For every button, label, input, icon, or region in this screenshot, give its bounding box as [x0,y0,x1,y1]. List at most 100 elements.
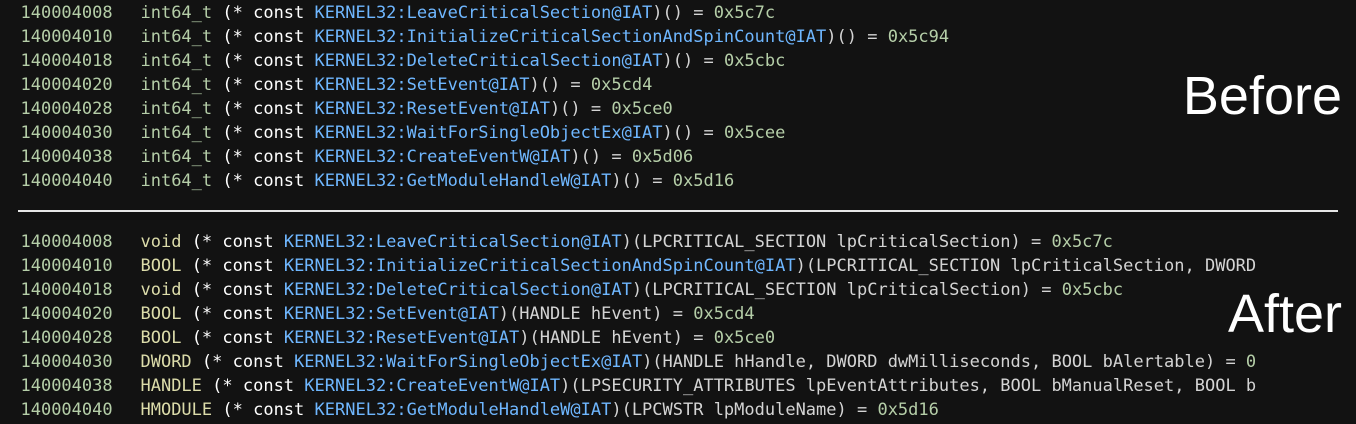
signature: )(HANDLE hHandle, DWORD dwMilliseconds, … [642,352,1246,372]
return-type: int64_t [140,99,213,119]
address: 140004020 [20,304,113,324]
after-line[interactable]: 140004010 BOOL (* const KERNEL32:Initiali… [0,254,1356,278]
address: 140004028 [20,99,113,119]
return-type: HMODULE [140,400,213,420]
pointer-decl: (* const [222,123,305,143]
value: 0x5c94 [887,27,950,47]
value: 0x5c7c [713,3,776,23]
address: 140004010 [20,27,113,47]
signature: )() = [652,3,714,23]
before-line[interactable]: 140004030 int64_t (* const KERNEL32:WaitF… [0,121,1356,145]
return-type: int64_t [140,75,213,95]
section-divider [18,210,1338,212]
before-line[interactable]: 140004040 int64_t (* const KERNEL32:GetMo… [0,169,1356,193]
signature: )() = [662,123,724,143]
address: 140004038 [20,376,113,396]
after-line[interactable]: 140004008 void (* const KERNEL32:LeaveCri… [0,230,1356,254]
after-label: After [1227,284,1342,344]
value: 0x5cbc [723,51,786,71]
before-line[interactable]: 140004010 int64_t (* const KERNEL32:Initi… [0,25,1356,49]
symbol-name[interactable]: KERNEL32:ResetEvent@IAT [315,99,550,119]
return-type: DWORD [140,352,192,372]
signature: )(HANDLE hEvent) = [519,328,714,348]
return-type: void [140,232,182,252]
address: 140004028 [20,328,113,348]
pointer-decl: (* const [222,3,305,23]
address: 140004030 [20,123,113,143]
address: 140004010 [20,256,113,276]
value: 0x5ce0 [611,99,673,119]
before-line[interactable]: 140004028 int64_t (* const KERNEL32:Reset… [0,97,1356,121]
return-type: int64_t [140,171,213,191]
pointer-decl: (* const [201,352,284,372]
signature: )() = [549,99,612,119]
value: 0x5c7c [1051,232,1113,252]
pointer-decl: (* const [222,99,305,119]
value: 0x5d06 [631,147,694,167]
signature: )(LPSECURITY_ATTRIBUTES lpEventAttribute… [560,376,1257,396]
pointer-decl: (* const [222,75,305,95]
after-line[interactable]: 140004018 void (* const KERNEL32:DeleteCr… [0,278,1356,302]
value: 0x5cd4 [693,304,755,324]
pointer-decl: (* const [212,376,295,396]
address: 140004040 [20,400,113,420]
symbol-name[interactable]: KERNEL32:GetModuleHandleW@IAT [315,400,612,420]
address: 140004030 [20,352,113,372]
after-line[interactable]: 140004038 HANDLE (* const KERNEL32:Create… [0,374,1356,398]
value: 0x5cbc [1061,280,1124,300]
signature: )() = [662,51,724,71]
symbol-name[interactable]: KERNEL32:ResetEvent@IAT [284,328,519,348]
return-type: BOOL [140,256,182,276]
return-type: int64_t [140,3,213,23]
symbol-name[interactable]: KERNEL32:WaitForSingleObjectEx@IAT [294,352,642,372]
pointer-decl: (* const [191,232,274,252]
value: 0x5d16 [877,400,939,420]
return-type: int64_t [140,27,213,47]
symbol-name[interactable]: KERNEL32:DeleteCriticalSection@IAT [315,51,663,71]
return-type: void [140,280,182,300]
symbol-name[interactable]: KERNEL32:CreateEventW@IAT [315,147,571,167]
address: 140004018 [20,51,113,71]
signature: )() = [529,75,591,95]
symbol-name[interactable]: KERNEL32:LeaveCriticalSection@IAT [315,3,653,23]
before-label: Before [1182,66,1342,126]
address: 140004020 [20,75,113,95]
address: 140004018 [20,280,113,300]
value: 0x5d16 [672,171,735,191]
after-line[interactable]: 140004030 DWORD (* const KERNEL32:WaitFor… [0,350,1356,374]
symbol-name[interactable]: KERNEL32:WaitForSingleObjectEx@IAT [315,123,663,143]
return-type: int64_t [140,51,213,71]
before-line[interactable]: 140004020 int64_t (* const KERNEL32:SetEv… [0,73,1356,97]
symbol-name[interactable]: KERNEL32:InitializeCriticalSectionAndSpi… [315,27,827,47]
symbol-name[interactable]: KERNEL32:GetModuleHandleW@IAT [315,171,612,191]
signature: )(HANDLE hEvent) = [498,304,694,324]
address: 140004008 [20,3,113,23]
signature: )() = [611,171,673,191]
symbol-name[interactable]: KERNEL32:LeaveCriticalSection@IAT [284,232,622,252]
pointer-decl: (* const [222,171,305,191]
after-line[interactable]: 140004040 HMODULE (* const KERNEL32:GetMo… [0,398,1356,422]
symbol-name[interactable]: KERNEL32:InitializeCriticalSectionAndSpi… [284,256,796,276]
symbol-name[interactable]: KERNEL32:CreateEventW@IAT [304,376,560,396]
return-type: BOOL [140,328,182,348]
signature: )(LPCRITICAL_SECTION lpCriticalSection) … [621,232,1052,252]
before-line[interactable]: 140004038 int64_t (* const KERNEL32:Creat… [0,145,1356,169]
symbol-name[interactable]: KERNEL32:SetEvent@IAT [315,75,530,95]
return-type: HANDLE [140,376,202,396]
return-type: int64_t [140,147,213,167]
before-line[interactable]: 140004008 int64_t (* const KERNEL32:Leave… [0,1,1356,25]
symbol-name[interactable]: KERNEL32:SetEvent@IAT [284,304,499,324]
before-line[interactable]: 140004018 int64_t (* const KERNEL32:Delet… [0,49,1356,73]
pointer-decl: (* const [222,147,305,167]
after-line[interactable]: 140004020 BOOL (* const KERNEL32:SetEvent… [0,302,1356,326]
pointer-decl: (* const [191,256,274,276]
address: 140004008 [20,232,113,252]
signature: )(LPCRITICAL_SECTION lpCriticalSection, … [795,256,1257,276]
after-line[interactable]: 140004028 BOOL (* const KERNEL32:ResetEve… [0,326,1356,350]
signature: )() = [826,27,888,47]
pointer-decl: (* const [222,27,305,47]
symbol-name[interactable]: KERNEL32:DeleteCriticalSection@IAT [284,280,632,300]
signature: )(LPCRITICAL_SECTION lpCriticalSection) … [631,280,1062,300]
pointer-decl: (* const [191,280,274,300]
pointer-decl: (* const [222,400,305,420]
